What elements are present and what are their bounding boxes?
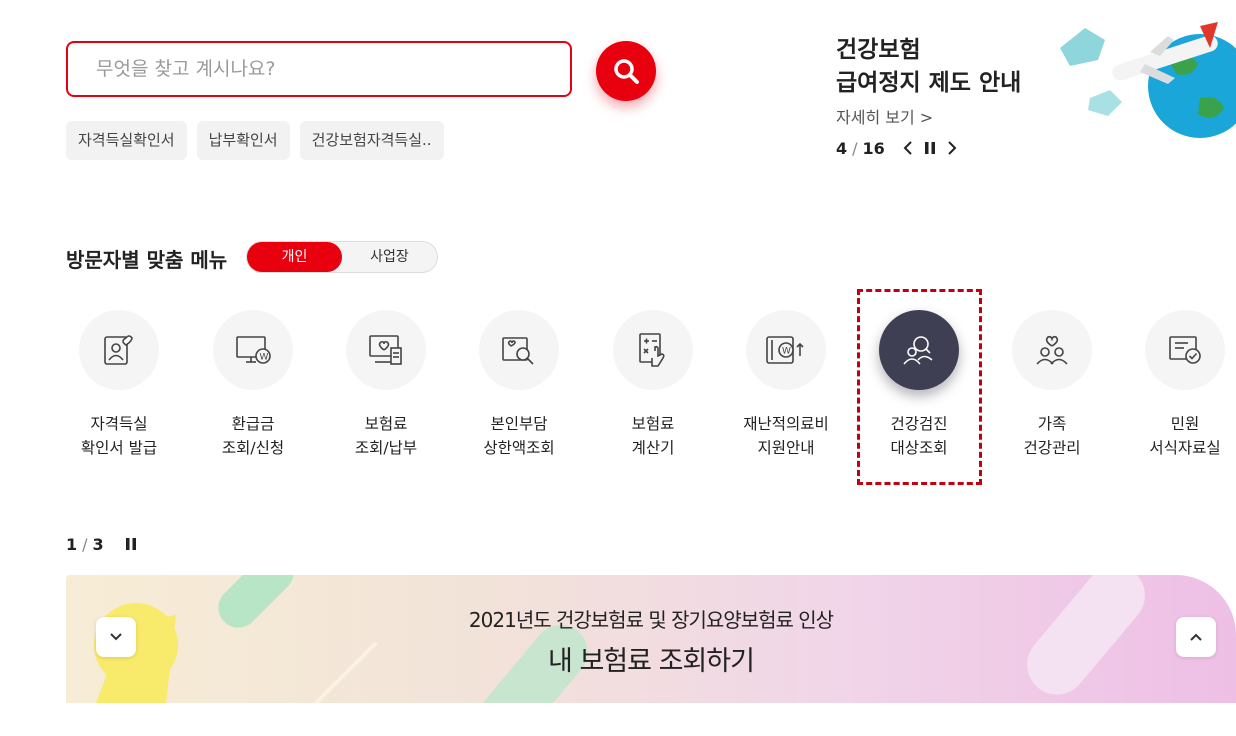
menu-icon-circle: W xyxy=(746,310,826,390)
chevron-up-icon xyxy=(1190,633,1202,641)
banner-next-button[interactable] xyxy=(941,138,963,158)
menu-icon-circle xyxy=(479,310,559,390)
menu-icon-circle: W xyxy=(213,310,293,390)
menu-item-label: 가족 건강관리 xyxy=(1023,415,1081,457)
search-field[interactable] xyxy=(66,41,572,97)
slide-pager: 1 / 3 xyxy=(66,534,142,554)
calculator-hand-icon xyxy=(639,333,665,367)
menu-item-label: 보험료 조회/납부 xyxy=(354,415,418,457)
menu-item-civil-forms[interactable]: 민원 서식자료실 xyxy=(1115,310,1236,460)
tab-business[interactable]: 사업장 xyxy=(342,242,437,272)
menu-item-label: 재난적의료비 지원안내 xyxy=(743,415,829,457)
menu-item-family-health[interactable]: 가족 건강관리 xyxy=(982,310,1122,460)
menu-item-premium-calculator[interactable]: 보험료 계산기 xyxy=(583,310,723,460)
banner-title[interactable]: 건강보험 급여정지 제도 안내 xyxy=(836,34,1021,100)
menu-item-qualification-certificate[interactable]: 자격득실 확인서 발급 xyxy=(49,310,189,460)
menu-icon-circle xyxy=(1012,310,1092,390)
menu-item-premium-inquiry[interactable]: 보험료 조회/납부 xyxy=(316,310,456,460)
person-card-icon xyxy=(104,335,133,365)
slide-pause-button[interactable] xyxy=(120,534,142,554)
menu-icon-circle xyxy=(613,310,693,390)
monitor-won-icon: W xyxy=(236,336,271,364)
visitor-menu-title: 방문자별 맞춤 메뉴 xyxy=(66,248,228,272)
menu-item-health-checkup-inquiry[interactable]: 건강검진 대상조회 xyxy=(849,310,989,460)
quick-links: 자격득실확인서 납부확인서 건강보험자격득실.. xyxy=(66,121,444,160)
svg-text:W: W xyxy=(782,347,791,357)
banner-total: 16 xyxy=(862,138,885,158)
slide-separator: / xyxy=(82,534,88,554)
tab-personal[interactable]: 개인 xyxy=(247,242,342,272)
promo-title: 내 보험료 조회하기 xyxy=(548,646,755,677)
promo-banner[interactable]: 2021년도 건강보험료 및 장기요양보험료 인상 내 보험료 조회하기 xyxy=(66,575,1236,703)
menu-item-label: 환급금 조회/신청 xyxy=(221,415,285,457)
svg-text:W: W xyxy=(260,353,269,363)
chevron-left-icon xyxy=(903,141,912,155)
menu-item-label: 보험료 계산기 xyxy=(631,415,675,457)
menu-item-label: 건강검진 대상조회 xyxy=(890,415,948,457)
document-check-icon xyxy=(1169,336,1201,364)
menu-item-copay-limit[interactable]: 본인부담 상한액조회 xyxy=(449,310,589,460)
menu-item-label: 민원 서식자료실 xyxy=(1149,415,1221,457)
slide-total: 3 xyxy=(92,534,104,554)
promo-subtitle: 2021년도 건강보험료 및 장기요양보험료 인상 xyxy=(468,608,834,632)
menu-item-label: 본인부담 상한액조회 xyxy=(483,415,555,457)
search-button[interactable] xyxy=(596,41,656,101)
quick-link[interactable]: 건강보험자격득실.. xyxy=(299,121,444,160)
checkup-search-icon xyxy=(903,336,933,365)
menu-icon-circle xyxy=(79,310,159,390)
banner-current: 4 xyxy=(836,138,848,158)
visitor-type-toggle: 개인 사업장 xyxy=(246,241,438,273)
promo-down-button[interactable] xyxy=(96,617,136,657)
banner-more-link[interactable]: 자세히 보기 > xyxy=(836,104,933,128)
chevron-down-icon xyxy=(110,633,122,641)
banner-airplane-illustration xyxy=(1050,18,1236,142)
search-heart-icon xyxy=(502,337,534,365)
menu-item-refund[interactable]: W 환급금 조회/신청 xyxy=(183,310,323,460)
banner-title-line1: 건강보험 xyxy=(836,37,921,63)
banner-prev-button[interactable] xyxy=(897,138,919,158)
search-icon xyxy=(614,59,639,84)
menu-icon-circle xyxy=(346,310,426,390)
banner-title-line2: 급여정지 제도 안내 xyxy=(836,70,1022,96)
banner-pager: 4 / 16 xyxy=(836,138,963,158)
won-support-icon: W xyxy=(766,336,804,364)
promo-up-button[interactable] xyxy=(1176,617,1216,657)
bill-heart-icon xyxy=(369,335,402,365)
pause-icon xyxy=(125,538,136,550)
quick-link[interactable]: 납부확인서 xyxy=(196,121,290,160)
quick-link[interactable]: 자격득실확인서 xyxy=(66,121,187,160)
pause-icon xyxy=(924,142,935,154)
chevron-right-icon xyxy=(948,141,957,155)
menu-item-label: 자격득실 확인서 발급 xyxy=(80,415,158,457)
family-heart-icon xyxy=(1036,335,1068,365)
slide-current: 1 xyxy=(66,534,78,554)
banner-pause-button[interactable] xyxy=(919,138,941,158)
menu-icon-circle xyxy=(879,310,959,390)
search-input[interactable] xyxy=(94,57,570,81)
banner-separator: / xyxy=(852,138,858,158)
menu-item-catastrophic-medical-support[interactable]: W 재난적의료비 지원안내 xyxy=(716,310,856,460)
menu-icon-circle xyxy=(1145,310,1225,390)
